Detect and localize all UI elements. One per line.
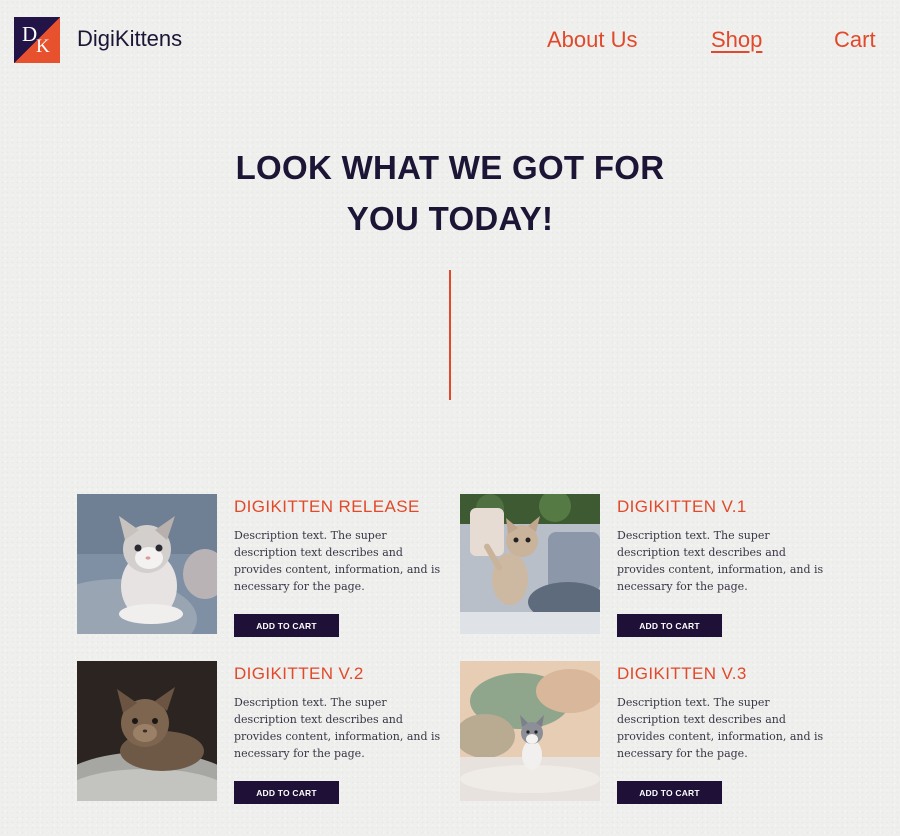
add-to-cart-button[interactable]: ADD TO CART xyxy=(617,781,722,804)
logo[interactable]: D K xyxy=(14,17,60,63)
product-name: DIGIKITTEN RELEASE xyxy=(234,497,420,516)
kitten-image[interactable] xyxy=(77,661,217,801)
product-description: Description text. The super description … xyxy=(617,529,824,593)
product-card-release: DIGIKITTEN RELEASE Description text. The… xyxy=(77,494,457,637)
hero-title-line-1: LOOK WHAT WE GOT FOR xyxy=(235,149,665,186)
kitten-image[interactable] xyxy=(77,494,217,634)
product-card-v1: DIGIKITTEN V.1 Description text. The sup… xyxy=(460,494,840,637)
site-header: D K DigiKittens About Us Shop Cart xyxy=(0,0,900,80)
hero-title: LOOK WHAT WE GOT FOR YOU TODAY! xyxy=(200,142,700,244)
product-description: Description text. The super description … xyxy=(617,696,824,760)
product-name: DIGIKITTEN V.1 xyxy=(617,497,747,516)
product-card-v2: DIGIKITTEN V.2 Description text. The sup… xyxy=(77,661,457,804)
kitten-image[interactable] xyxy=(460,494,600,634)
product-card-v3: DIGIKITTEN V.3 Description text. The sup… xyxy=(460,661,840,804)
add-to-cart-button[interactable]: ADD TO CART xyxy=(234,614,339,637)
logo-letter-k: K xyxy=(36,36,50,57)
brand-name[interactable]: DigiKittens xyxy=(77,26,182,52)
nav-about-us[interactable]: About Us xyxy=(547,27,638,53)
product-name: DIGIKITTEN V.3 xyxy=(617,664,747,683)
product-description: Description text. The super description … xyxy=(234,529,441,593)
product-description: Description text. The super description … xyxy=(234,696,441,760)
logo-letter-d: D xyxy=(22,22,38,46)
hero-divider xyxy=(449,270,451,400)
product-name: DIGIKITTEN V.2 xyxy=(234,664,364,683)
add-to-cart-button[interactable]: ADD TO CART xyxy=(617,614,722,637)
kitten-image[interactable] xyxy=(460,661,600,801)
hero-title-line-2: YOU TODAY! xyxy=(346,200,554,237)
nav-shop[interactable]: Shop xyxy=(711,27,762,53)
nav-cart[interactable]: Cart xyxy=(834,27,876,53)
add-to-cart-button[interactable]: ADD TO CART xyxy=(234,781,339,804)
